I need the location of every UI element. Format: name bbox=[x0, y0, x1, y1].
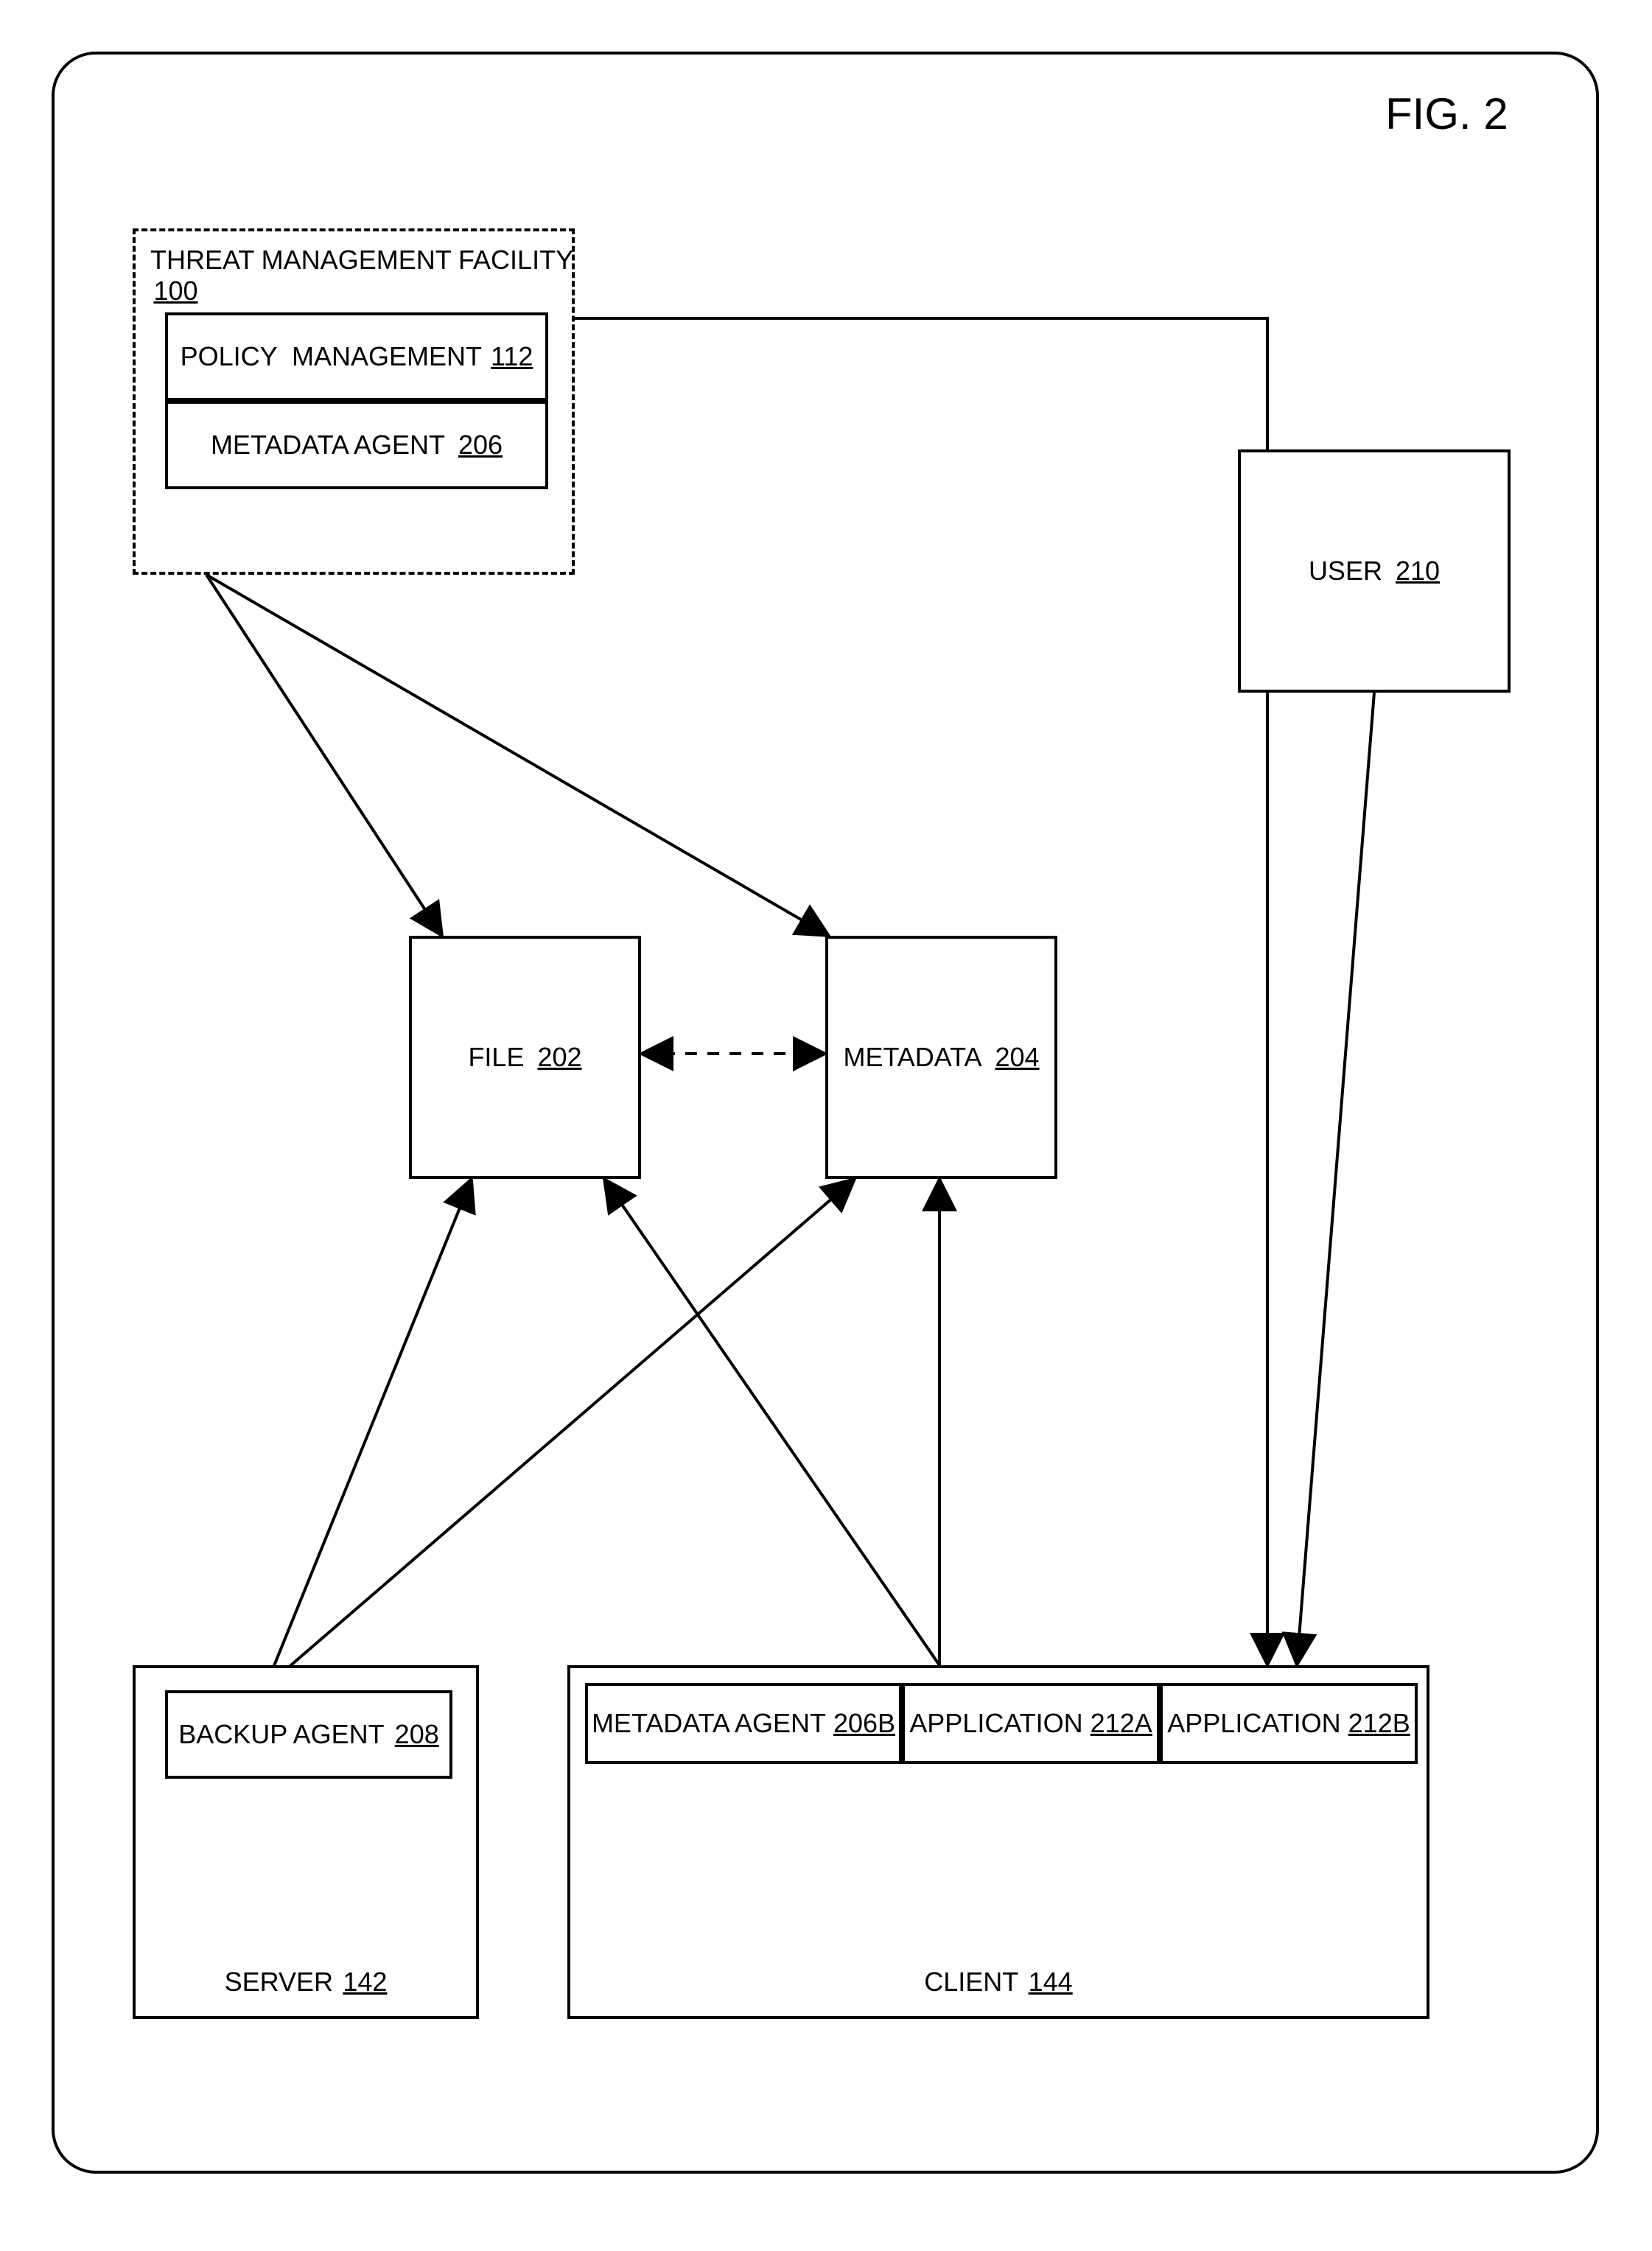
application-a-box: APPLICATION 212A bbox=[902, 1683, 1160, 1764]
user-box: USER 210 bbox=[1238, 449, 1511, 693]
tmf-num: 100 bbox=[153, 276, 197, 306]
policy-label: POLICY MANAGEMENT bbox=[181, 341, 482, 372]
application-b-num: 212B bbox=[1348, 1708, 1410, 1739]
backup-agent-num: 208 bbox=[395, 1719, 439, 1750]
client-metadata-agent-label: METADATA AGENT bbox=[592, 1708, 826, 1739]
metadata-agent-tmf-box: METADATA AGENT 206 bbox=[165, 401, 548, 489]
tmf-title: THREAT MANAGEMENT FACILITY bbox=[150, 245, 573, 275]
figure-label: FIG. 2 bbox=[1385, 88, 1508, 139]
client-box: METADATA AGENT 206B APPLICATION 212A APP… bbox=[567, 1665, 1429, 2019]
server-label: SERVER bbox=[225, 1967, 333, 1997]
diagram-page: FIG. 2 THREAT MANAGEMENT FACILITY 100 bbox=[0, 0, 1652, 2251]
metadata-agent-tmf-label: METADATA AGENT bbox=[211, 430, 445, 461]
metadata-agent-tmf-num: 206 bbox=[458, 430, 503, 461]
threat-management-facility: THREAT MANAGEMENT FACILITY 100 POLICY MA… bbox=[133, 228, 575, 575]
client-metadata-agent-num: 206B bbox=[833, 1708, 895, 1739]
file-num: 202 bbox=[537, 1042, 581, 1073]
application-a-num: 212A bbox=[1091, 1708, 1152, 1739]
backup-agent-label: BACKUP AGENT bbox=[178, 1719, 384, 1750]
policy-num: 112 bbox=[491, 341, 533, 372]
user-num: 210 bbox=[1396, 556, 1440, 587]
metadata-box: METADATA 204 bbox=[825, 936, 1057, 1179]
file-label: FILE bbox=[468, 1042, 524, 1073]
application-a-label: APPLICATION bbox=[909, 1708, 1082, 1739]
application-b-label: APPLICATION bbox=[1167, 1708, 1340, 1739]
backup-agent-box: BACKUP AGENT 208 bbox=[165, 1690, 452, 1779]
client-label: CLIENT bbox=[924, 1967, 1018, 1997]
server-box: BACKUP AGENT 208 SERVER 142 bbox=[133, 1665, 479, 2019]
file-box: FILE 202 bbox=[409, 936, 641, 1179]
client-metadata-agent-box: METADATA AGENT 206B bbox=[585, 1683, 902, 1764]
application-b-box: APPLICATION 212B bbox=[1160, 1683, 1418, 1764]
client-num: 144 bbox=[1029, 1967, 1073, 1997]
metadata-num: 204 bbox=[995, 1042, 1039, 1073]
policy-management-box: POLICY MANAGEMENT 112 bbox=[165, 312, 548, 401]
server-num: 142 bbox=[343, 1967, 387, 1997]
user-label: USER bbox=[1309, 556, 1382, 587]
metadata-label: METADATA bbox=[843, 1042, 981, 1073]
